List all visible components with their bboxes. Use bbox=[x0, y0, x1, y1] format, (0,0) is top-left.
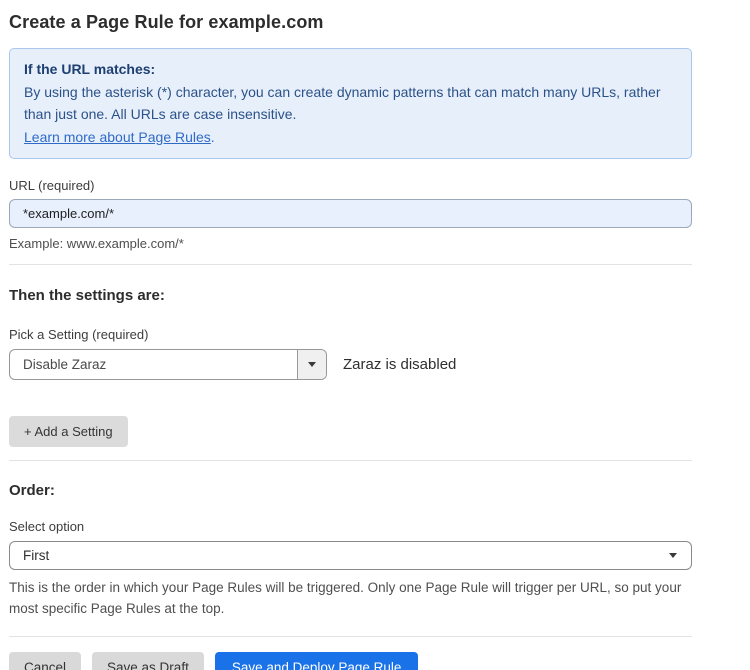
form-actions: Cancel Save as Draft Save and Deploy Pag… bbox=[9, 652, 692, 670]
cancel-button[interactable]: Cancel bbox=[9, 652, 81, 670]
setting-select-arrow-button[interactable] bbox=[297, 350, 326, 379]
learn-more-link[interactable]: Learn more about Page Rules bbox=[24, 129, 211, 145]
url-example-helper: Example: www.example.com/* bbox=[9, 236, 692, 251]
chevron-down-icon bbox=[308, 362, 316, 367]
setting-status-text: Zaraz is disabled bbox=[343, 356, 456, 373]
setting-select-value: Disable Zaraz bbox=[10, 350, 297, 379]
info-box-heading: If the URL matches: bbox=[24, 61, 675, 77]
order-select[interactable]: First bbox=[9, 541, 692, 570]
divider bbox=[9, 636, 692, 637]
page-title: Create a Page Rule for example.com bbox=[9, 12, 692, 33]
url-match-info-box: If the URL matches: By using the asteris… bbox=[9, 48, 692, 159]
order-helper-text: This is the order in which your Page Rul… bbox=[9, 577, 685, 619]
order-section-heading: Order: bbox=[9, 482, 692, 499]
setting-picker-row: Disable Zaraz Zaraz is disabled bbox=[9, 349, 692, 380]
info-box-body: By using the asterisk (*) character, you… bbox=[24, 81, 669, 125]
link-suffix: . bbox=[211, 129, 215, 145]
order-select-value: First bbox=[23, 548, 49, 563]
url-input[interactable] bbox=[9, 199, 692, 228]
save-as-draft-button[interactable]: Save as Draft bbox=[92, 652, 204, 670]
divider bbox=[9, 460, 692, 461]
divider bbox=[9, 264, 692, 265]
order-select-label: Select option bbox=[9, 519, 692, 534]
chevron-down-icon bbox=[669, 553, 677, 558]
setting-picker-label: Pick a Setting (required) bbox=[9, 327, 692, 342]
url-field-label: URL (required) bbox=[9, 178, 692, 193]
settings-section-heading: Then the settings are: bbox=[9, 287, 692, 304]
save-and-deploy-button[interactable]: Save and Deploy Page Rule bbox=[215, 652, 419, 670]
add-setting-button[interactable]: + Add a Setting bbox=[9, 416, 128, 447]
setting-select[interactable]: Disable Zaraz bbox=[9, 349, 327, 380]
page-rule-form: Create a Page Rule for example.com If th… bbox=[0, 0, 750, 670]
info-link-line: Learn more about Page Rules. bbox=[24, 127, 675, 147]
